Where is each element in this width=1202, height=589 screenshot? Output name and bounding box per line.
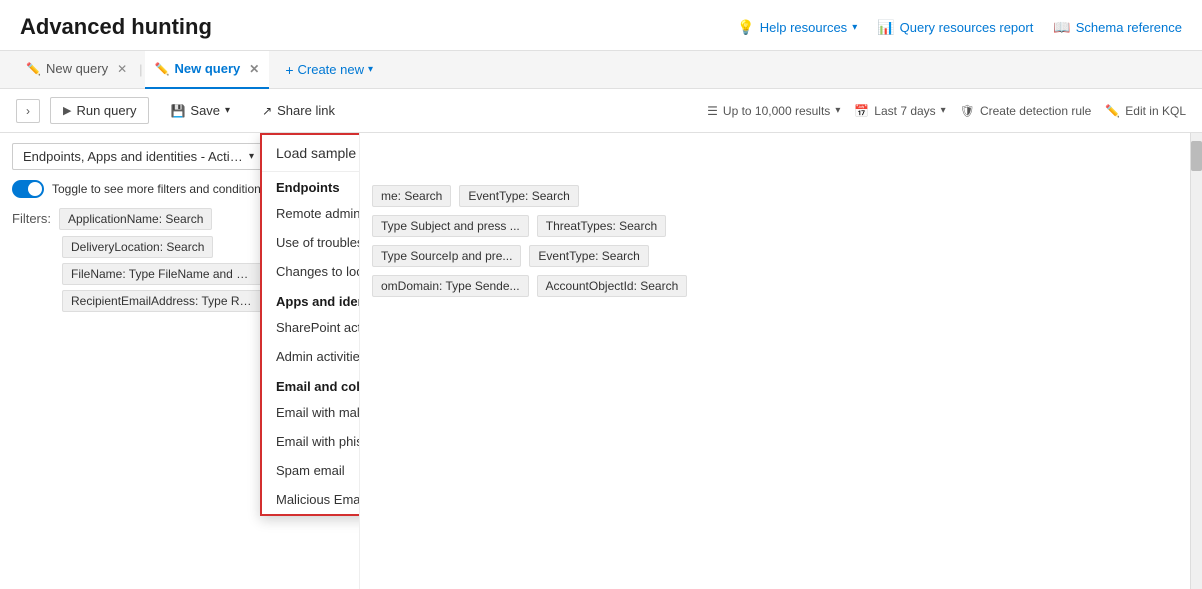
book-icon: 📖 bbox=[1053, 19, 1070, 36]
chevron-down-save: ▾ bbox=[225, 105, 230, 116]
tab-label-2: New query bbox=[175, 61, 241, 76]
create-detection-btn[interactable]: 🛡 Create detection rule bbox=[960, 104, 1092, 118]
toggle-label: Toggle to see more filters and condition… bbox=[52, 182, 267, 196]
header-actions: 💡 Help resources ▾ 📊 Query resources rep… bbox=[737, 19, 1182, 36]
right-filter-row-4: omDomain: Type Sende... AccountObjectId:… bbox=[372, 275, 1178, 297]
create-new-label: Create new bbox=[298, 62, 364, 77]
filter-type-label: Endpoints, Apps and identities - Activit… bbox=[23, 149, 243, 164]
share-icon: ↗ bbox=[262, 104, 272, 118]
chevron-down-icon-create: ▾ bbox=[368, 64, 373, 75]
dropdown-item-spam[interactable]: Spam email bbox=[262, 456, 360, 485]
filter-tag-0[interactable]: ApplicationName: Search bbox=[59, 208, 212, 230]
save-button[interactable]: 💾 Save ▾ bbox=[159, 97, 241, 124]
filter-tag-2[interactable]: FileName: Type FileName and pr... bbox=[62, 263, 262, 285]
dropdown-header-label: Load sample queries bbox=[276, 145, 360, 161]
app-title: Advanced hunting bbox=[20, 14, 212, 40]
sample-queries-dropdown: Load sample queries ▾ Endpoints Remote a… bbox=[260, 133, 360, 516]
main-content: Endpoints, Apps and identities - Activit… bbox=[0, 133, 1202, 589]
query-resources-action[interactable]: 📊 Query resources report bbox=[877, 19, 1033, 36]
schema-reference-label: Schema reference bbox=[1076, 20, 1182, 35]
results-limit-btn[interactable]: ☰ Up to 10,000 results ▾ bbox=[707, 104, 840, 118]
section-email-label: Email and collaboration bbox=[262, 371, 360, 398]
toggle-switch[interactable] bbox=[12, 180, 44, 198]
list-icon: ☰ bbox=[707, 104, 718, 118]
share-link-label: Share link bbox=[277, 103, 335, 118]
chevron-down-date: ▾ bbox=[941, 105, 946, 116]
chevron-down-results: ▾ bbox=[835, 105, 840, 116]
tab-separator: | bbox=[139, 62, 142, 77]
sidebar-toggle-btn[interactable]: › bbox=[16, 99, 40, 123]
save-label: Save bbox=[190, 103, 220, 118]
run-query-button[interactable]: ▶ Run query bbox=[50, 97, 149, 124]
create-detection-label: Create detection rule bbox=[980, 104, 1091, 118]
edit-kql-label: Edit in KQL bbox=[1125, 104, 1186, 118]
date-range-btn[interactable]: 📅 Last 7 days ▾ bbox=[854, 104, 945, 118]
chart-icon: 📊 bbox=[877, 19, 894, 36]
scrollbar-thumb[interactable] bbox=[1191, 141, 1202, 171]
filter-tag-1[interactable]: DeliveryLocation: Search bbox=[62, 236, 213, 258]
run-query-label: Run query bbox=[76, 103, 136, 118]
share-link-button[interactable]: ↗ Share link bbox=[251, 97, 346, 124]
dropdown-item-malicious-emails[interactable]: Malicious Emails delivered to Inbox/Junk bbox=[262, 485, 360, 514]
edit-kql-icon: ✏️ bbox=[1105, 104, 1120, 118]
save-icon: 💾 bbox=[170, 104, 185, 118]
plus-icon: + bbox=[285, 62, 293, 78]
app-header: Advanced hunting 💡 Help resources ▾ 📊 Qu… bbox=[0, 0, 1202, 51]
tab-close-2[interactable]: ✕ bbox=[249, 62, 259, 76]
toolbar-right: ☰ Up to 10,000 results ▾ 📅 Last 7 days ▾… bbox=[707, 104, 1186, 118]
play-icon: ▶ bbox=[63, 104, 71, 117]
dropdown-item-remote-admin[interactable]: Remote administration from public IPs bbox=[262, 199, 360, 228]
edit-icon-2: ✏️ bbox=[155, 62, 170, 76]
right-tag-sourceip[interactable]: Type SourceIp and pre... bbox=[372, 245, 521, 267]
right-filter-row-1: me: Search EventType: Search bbox=[372, 185, 1178, 207]
filter-type-dropdown[interactable]: Endpoints, Apps and identities - Activit… bbox=[12, 143, 265, 170]
tab-label-1: New query bbox=[46, 61, 108, 76]
help-resources-label: Help resources bbox=[760, 20, 847, 35]
right-tag-subject[interactable]: Type Subject and press ... bbox=[372, 215, 529, 237]
help-resources-action[interactable]: 💡 Help resources ▾ bbox=[737, 19, 857, 36]
right-tag-domain[interactable]: omDomain: Type Sende... bbox=[372, 275, 529, 297]
tab-new-query-1[interactable]: ✏️ New query ✕ bbox=[16, 51, 137, 89]
help-icon: 💡 bbox=[737, 19, 754, 36]
create-new-button[interactable]: + Create new ▾ bbox=[273, 62, 385, 78]
filter-panel: Endpoints, Apps and identities - Activit… bbox=[0, 133, 360, 589]
tab-bar: ✏️ New query ✕ | ✏️ New query ✕ + Create… bbox=[0, 51, 1202, 89]
tab-new-query-2[interactable]: ✏️ New query ✕ bbox=[145, 51, 270, 89]
right-filter-row-2: Type Subject and press ... ThreatTypes: … bbox=[372, 215, 1178, 237]
chevron-down-filter: ▾ bbox=[249, 151, 254, 162]
right-filter-panel: me: Search EventType: Search Type Subjec… bbox=[360, 133, 1190, 589]
dropdown-item-email-malware[interactable]: Email with malware bbox=[262, 398, 360, 427]
results-limit-label: Up to 10,000 results bbox=[723, 104, 830, 118]
filters-text-label: Filters: bbox=[12, 208, 51, 226]
tab-close-1[interactable]: ✕ bbox=[117, 62, 127, 76]
query-resources-label: Query resources report bbox=[900, 20, 1034, 35]
calendar-icon: 📅 bbox=[854, 104, 869, 118]
filter-tag-3[interactable]: RecipientEmailAddress: Type Rec... bbox=[62, 290, 262, 312]
schema-reference-action[interactable]: 📖 Schema reference bbox=[1053, 19, 1182, 36]
filter-tags-container: ApplicationName: Search bbox=[59, 208, 212, 230]
right-tag-me-search[interactable]: me: Search bbox=[372, 185, 451, 207]
toolbar: › ▶ Run query 💾 Save ▾ ↗ Share link ☰ Up… bbox=[0, 89, 1202, 133]
dropdown-item-local-group[interactable]: Changes to local group bbox=[262, 257, 360, 286]
right-tag-eventtype-search-1[interactable]: EventType: Search bbox=[459, 185, 578, 207]
section-endpoints-label: Endpoints bbox=[262, 172, 360, 199]
dropdown-item-email-phishing[interactable]: Email with phishing bbox=[262, 427, 360, 456]
edit-icon-1: ✏️ bbox=[26, 62, 41, 76]
date-range-label: Last 7 days bbox=[874, 104, 935, 118]
dropdown-item-admin-activities[interactable]: Admin activities bbox=[262, 342, 360, 371]
dropdown-item-troubleshoot[interactable]: Use of troubleshooting mode bbox=[262, 228, 360, 257]
shield-icon: 🛡 bbox=[960, 104, 975, 118]
vertical-scrollbar[interactable] bbox=[1190, 133, 1202, 589]
chevron-down-icon: ▾ bbox=[852, 22, 857, 33]
right-tag-threattypes[interactable]: ThreatTypes: Search bbox=[537, 215, 666, 237]
right-tag-accountobjectid[interactable]: AccountObjectId: Search bbox=[537, 275, 688, 297]
dropdown-header[interactable]: Load sample queries ▾ bbox=[262, 135, 360, 172]
section-apps-label: Apps and identities bbox=[262, 286, 360, 313]
right-filter-row-3: Type SourceIp and pre... EventType: Sear… bbox=[372, 245, 1178, 267]
toggle-thumb bbox=[28, 182, 42, 196]
dropdown-item-sharepoint[interactable]: SharePoint activities bbox=[262, 313, 360, 342]
edit-kql-btn[interactable]: ✏️ Edit in KQL bbox=[1105, 104, 1186, 118]
right-tag-eventtype-search-2[interactable]: EventType: Search bbox=[529, 245, 648, 267]
